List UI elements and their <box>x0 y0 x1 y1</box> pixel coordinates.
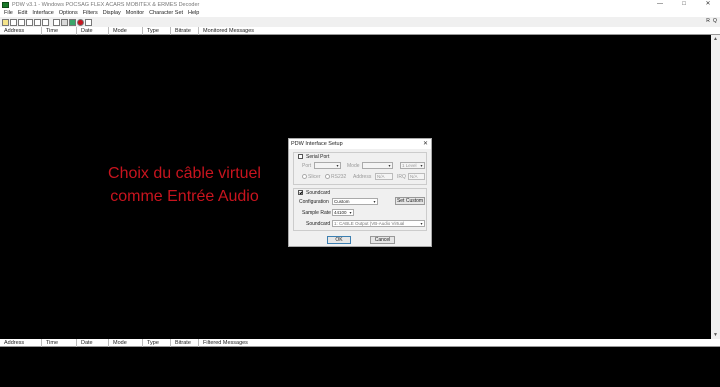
annotation-line-2: comme Entrée Audio <box>110 188 259 205</box>
port-select[interactable]: ▾ <box>314 162 341 169</box>
minimize-button[interactable]: — <box>648 0 672 9</box>
maximize-button[interactable]: □ <box>672 0 696 9</box>
address-field[interactable]: N/A <box>375 173 393 180</box>
dialog-title-bar: PDW Interface Setup ✕ <box>289 139 431 149</box>
window-controls: — □ ✕ <box>648 0 720 9</box>
slicer-label: Slicer <box>308 174 321 180</box>
menu-interface[interactable]: Interface <box>32 10 53 16</box>
rs232-radio[interactable] <box>325 174 330 179</box>
scroll-down-icon[interactable]: ▼ <box>711 331 720 339</box>
column-date[interactable]: Date <box>77 339 109 347</box>
title-bar: PDW v3.1 - Windows POCSAG FLEX ACARS MOB… <box>0 0 720 9</box>
annotation-text: Choix du câble virtuel comme Entrée Audi… <box>92 162 277 208</box>
column-type[interactable]: Type <box>143 27 171 35</box>
column-time[interactable]: Time <box>42 27 77 35</box>
window-title: PDW v3.1 - Windows POCSAG FLEX ACARS MOB… <box>12 1 200 8</box>
copy-icon[interactable] <box>18 18 25 26</box>
column-address[interactable]: Address <box>0 27 42 35</box>
screen-icon[interactable] <box>85 18 92 26</box>
column-time[interactable]: Time <box>42 339 77 347</box>
chevron-down-icon: ▾ <box>373 199 376 204</box>
menu-options[interactable]: Options <box>59 10 78 16</box>
filtered-messages-pane <box>0 347 720 387</box>
print-icon[interactable] <box>61 18 68 26</box>
menu-character-set[interactable]: Character Set <box>149 10 183 16</box>
sample-rate-label: Sample Rate <box>302 210 331 216</box>
column-bitrate[interactable]: Bitrate <box>171 27 199 35</box>
chevron-down-icon: ▾ <box>349 210 352 215</box>
menu-monitor[interactable]: Monitor <box>126 10 144 16</box>
chevron-down-icon: ▾ <box>420 221 423 226</box>
slicer-radio[interactable] <box>302 174 307 179</box>
column-monitored-messages[interactable]: Monitored Messages <box>199 27 720 35</box>
column-type[interactable]: Type <box>143 339 171 347</box>
monitored-messages-header: Address Time Date Mode Type Bitrate Moni… <box>0 27 720 35</box>
port-label: Port <box>302 163 312 169</box>
info-icon[interactable] <box>53 18 60 26</box>
column-bitrate[interactable]: Bitrate <box>171 339 199 347</box>
menu-edit[interactable]: Edit <box>18 10 27 16</box>
toolbar-q-button[interactable]: Q <box>712 18 718 25</box>
chevron-down-icon: ▾ <box>388 163 391 168</box>
column-mode[interactable]: Mode <box>109 339 143 347</box>
open-folder-icon[interactable] <box>2 18 9 26</box>
mode-select[interactable]: ▾ <box>362 162 393 169</box>
app-icon <box>2 1 9 8</box>
irq-label: IRQ <box>397 174 406 180</box>
check-icon[interactable] <box>42 18 49 26</box>
column-date[interactable]: Date <box>77 27 109 35</box>
close-button[interactable]: ✕ <box>696 0 720 9</box>
soundcard-group: Soundcard Configuration Custom ▾ Set Cust… <box>293 188 427 231</box>
address-label: Address <box>353 174 372 180</box>
dialog-title: PDW Interface Setup <box>291 141 343 147</box>
cancel-button[interactable]: Cancel <box>370 236 395 244</box>
document-icon[interactable] <box>34 18 41 26</box>
serial-port-label: Serial Port <box>306 154 330 160</box>
menu-file[interactable]: File <box>4 10 13 16</box>
menu-display[interactable]: Display <box>103 10 121 16</box>
toolbar-r-button[interactable]: R <box>705 18 711 25</box>
configuration-select[interactable]: Custom ▾ <box>332 198 378 205</box>
record-icon[interactable] <box>77 18 84 26</box>
soundcard-label: Soundcard <box>306 190 331 196</box>
irq-field[interactable]: N/A <box>408 173 425 180</box>
set-custom-button[interactable]: Set Custom <box>395 197 425 205</box>
serial-port-group: Serial Port Port ▾ Mode ▾ 1 Level ▾ Slice… <box>293 152 427 185</box>
toolbar: R Q <box>0 17 720 27</box>
mode-label: Mode <box>347 163 360 169</box>
copy-multiple-icon[interactable] <box>26 18 33 26</box>
scroll-up-icon[interactable]: ▲ <box>711 35 720 43</box>
soundcard-checkbox[interactable] <box>298 190 303 195</box>
level-select[interactable]: 1 Level ▾ <box>400 162 425 169</box>
clear-icon[interactable] <box>69 18 76 26</box>
column-address[interactable]: Address <box>0 339 42 347</box>
ok-button[interactable]: OK <box>327 236 351 244</box>
dialog-close-icon[interactable]: ✕ <box>423 140 428 147</box>
interface-setup-dialog: PDW Interface Setup ✕ Serial Port Port ▾… <box>288 138 432 247</box>
soundcard-device-select[interactable]: 1: CABLE Output (VB-Audio Virtual ▾ <box>332 220 425 227</box>
column-filtered-messages[interactable]: Filtered Messages <box>199 339 720 347</box>
menu-help[interactable]: Help <box>188 10 199 16</box>
menu-filters[interactable]: Filters <box>83 10 98 16</box>
sample-rate-select[interactable]: 44100 ▾ <box>332 209 354 216</box>
vertical-scrollbar[interactable]: ▲ ▼ <box>711 35 720 339</box>
serial-port-checkbox[interactable] <box>298 154 303 159</box>
chevron-down-icon: ▾ <box>420 163 423 168</box>
filtered-messages-header: Address Time Date Mode Type Bitrate Filt… <box>0 339 720 347</box>
new-file-icon[interactable] <box>10 18 17 26</box>
annotation-line-1: Choix du câble virtuel <box>108 165 261 182</box>
chevron-down-icon: ▾ <box>336 163 339 168</box>
menu-bar: File Edit Interface Options Filters Disp… <box>0 9 720 17</box>
column-mode[interactable]: Mode <box>109 27 143 35</box>
rs232-label: RS232 <box>331 174 347 180</box>
soundcard-device-label: Soundcard <box>306 221 331 227</box>
configuration-label: Configuration <box>299 199 329 205</box>
